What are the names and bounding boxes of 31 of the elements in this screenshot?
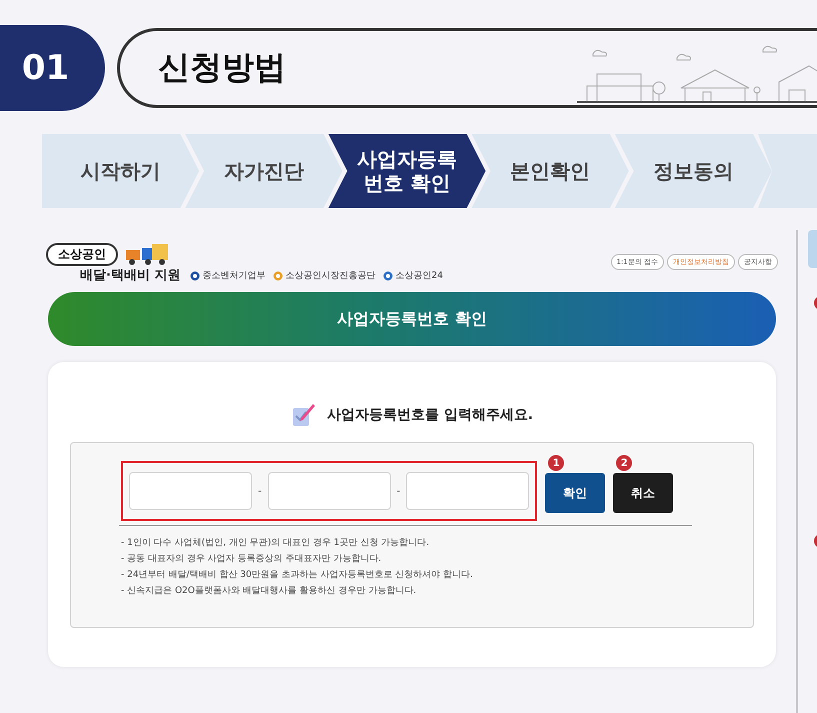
page-title: 신청방법 (158, 47, 286, 88)
logo-badge: 소상공인 (46, 243, 118, 266)
step-badge: 2 (616, 455, 632, 471)
pencil-check-icon (290, 402, 317, 428)
step-tab[interactable]: 본인확인 (472, 134, 629, 208)
input-prompt: 사업자등록번호를 입력해주세요. (326, 406, 534, 424)
separator: - (396, 486, 400, 496)
agency-name: 소상공인24 (395, 270, 443, 282)
step-tab[interactable]: 시작하기 (42, 134, 200, 208)
cancel-button[interactable]: 취소 (613, 473, 674, 513)
emblem-icon (383, 270, 394, 280)
step-tab[interactable]: 정보동의 (614, 134, 772, 208)
emblem-icon (273, 270, 284, 280)
section-banner: 사업자등록번호 확인 (48, 292, 776, 346)
note-text: - 1인이 다수 사업체(법인, 개인 무관)의 대표인 경우 1곳만 신청 가능합니다. (121, 537, 430, 550)
logo-subtitle: 배달·택배비 지원 (80, 267, 180, 284)
number-field[interactable] (129, 472, 252, 510)
section-number: 01 (0, 25, 105, 111)
step-tab[interactable]: 자가진단 (185, 134, 342, 208)
number-field[interactable] (406, 472, 530, 510)
number-field[interactable] (268, 472, 391, 510)
step-badge: 1 (548, 455, 564, 471)
step-tab[interactable]: 사업자등록 번호 확인 (328, 134, 486, 208)
confirm-button[interactable]: 확인 (545, 473, 606, 513)
note-text: - 공동 대표자의 경우 사업자 등록증상의 주대표자만 가능합니다. (121, 553, 382, 566)
note-text: - 24년부터 배달/택배비 합산 30만원을 초과하는 사업자등록번호로 신청하셔야 합니다. (121, 569, 474, 582)
note-text: - 신속지급은 O2O플랫폼사와 배달대행사를 활용하신 경우만 가능합니다. (121, 585, 418, 598)
agency-name: 중소벤처기업부 (202, 270, 266, 282)
emblem-icon (190, 270, 200, 280)
separator: - (258, 486, 262, 496)
agency-name: 소상공인시장진흥공단 (285, 270, 376, 282)
